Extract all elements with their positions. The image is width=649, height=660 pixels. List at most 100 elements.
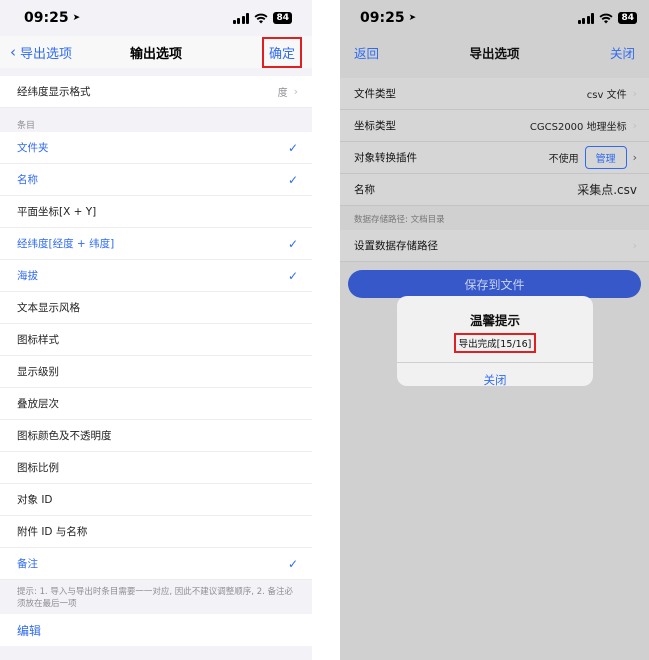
checkmark-icon: ✓ — [287, 556, 298, 571]
item-row-name[interactable]: 名称 ✓ — [0, 164, 312, 196]
plugin-row: 对象转换插件 不使用 管理 › — [340, 142, 649, 174]
coordinate-type-row[interactable]: 坐标类型 CGCS2000 地理坐标 › — [340, 110, 649, 142]
wifi-icon — [599, 13, 613, 23]
file-type-value-text: csv 文件 — [586, 90, 627, 101]
back-button[interactable]: 返回 — [354, 43, 379, 62]
checkmark-icon: ✓ — [287, 172, 298, 187]
location-arrow-icon: ➤ — [408, 13, 417, 23]
back-button[interactable]: ‹ 导出选项 — [10, 43, 72, 62]
checkmark-icon: ✓ — [287, 236, 298, 251]
status-time-text: 09:25 — [360, 10, 405, 26]
plugin-label: 对象转换插件 — [354, 152, 417, 164]
save-to-file-button[interactable]: 保存到文件 — [348, 270, 641, 298]
status-time: 09:25 ➤ — [24, 10, 80, 26]
manage-button[interactable]: 管理 — [584, 146, 627, 169]
chevron-right-icon: › — [632, 239, 637, 252]
items-section-header: 条目 — [17, 121, 36, 131]
item-row-display-level[interactable]: 显示级别 — [0, 356, 312, 388]
coordinate-format-value-text: 度 — [277, 88, 288, 99]
item-label: 显示级别 — [17, 366, 59, 378]
storage-path-row[interactable]: 设置数据存储路径 › — [340, 230, 649, 262]
item-label: 附件 ID 与名称 — [17, 526, 88, 538]
cellular-signal-icon — [577, 12, 595, 24]
chevron-right-icon: › — [632, 87, 637, 100]
confirm-button[interactable]: 确定 — [261, 36, 302, 68]
item-row-folder[interactable]: 文件夹 ✓ — [0, 132, 312, 164]
hint-text: 提示: 1. 导入与导出时条目需要一一对应, 因此不建议调整顺序, 2. 备注必… — [17, 587, 293, 609]
status-time-text: 09:25 — [24, 10, 69, 26]
item-row-stack-order[interactable]: 叠放层次 — [0, 388, 312, 420]
cellular-signal-icon — [232, 12, 250, 24]
item-label: 图标颜色及不透明度 — [17, 430, 112, 442]
name-row[interactable]: 名称 采集点.csv — [340, 174, 649, 206]
item-row-attachment[interactable]: 附件 ID 与名称 — [0, 516, 312, 548]
edit-button[interactable]: 编辑 — [0, 614, 312, 646]
item-label: 叠放层次 — [17, 398, 59, 410]
checkmark-icon: ✓ — [287, 268, 298, 283]
item-row-icon-scale[interactable]: 图标比例 — [0, 452, 312, 484]
item-row-altitude[interactable]: 海拔 ✓ — [0, 260, 312, 292]
alert-dialog: 温馨提示 导出完成[15/16] 关闭 — [397, 296, 593, 386]
item-label: 海拔 — [17, 270, 38, 282]
item-row-object-id[interactable]: 对象 ID — [0, 484, 312, 516]
item-label: 对象 ID — [17, 494, 53, 506]
file-type-label: 文件类型 — [354, 88, 396, 100]
status-bar: 09:25 ➤ 84 — [340, 0, 649, 36]
item-label: 平面坐标[X + Y] — [17, 206, 97, 218]
item-row-lat-lon[interactable]: 经纬度[经度 + 纬度] ✓ — [0, 228, 312, 260]
status-bar: 09:25 ➤ 84 — [0, 0, 312, 36]
battery-icon: 84 — [618, 12, 637, 24]
navigation-bar: 返回 导出选项 关闭 — [340, 36, 649, 68]
storage-path-label: 设置数据存储路径 — [354, 240, 438, 252]
screenshot-root: 09:25 ➤ 84 ‹ 导出选项 输出选项 确定 经纬度显示格式 度 › 条目… — [0, 0, 649, 660]
status-time: 09:25 ➤ — [360, 10, 416, 26]
chevron-right-icon: › — [293, 85, 298, 98]
dialog-divider — [397, 362, 593, 363]
coordinate-format-row[interactable]: 经纬度显示格式 度 › — [0, 76, 312, 108]
item-label: 文件夹 — [17, 142, 49, 154]
item-label: 备注 — [17, 558, 38, 570]
status-icons: 84 — [577, 12, 637, 24]
plugin-value-text: 不使用 — [548, 154, 579, 165]
item-label: 名称 — [17, 174, 38, 186]
item-label: 图标样式 — [17, 334, 59, 346]
dialog-message-wrap: 导出完成[15/16] — [397, 332, 593, 353]
close-button[interactable]: 关闭 — [610, 43, 635, 62]
back-button-label: 导出选项 — [20, 46, 73, 62]
navigation-bar: ‹ 导出选项 输出选项 确定 — [0, 36, 312, 68]
location-arrow-icon: ➤ — [72, 13, 81, 23]
coordinate-type-value-text: CGCS2000 地理坐标 — [529, 122, 627, 133]
file-type-value: csv 文件 › — [587, 86, 637, 101]
item-label: 经纬度[经度 + 纬度] — [17, 238, 115, 250]
dialog-title: 温馨提示 — [469, 313, 520, 328]
name-value[interactable]: 采集点.csv — [577, 181, 637, 198]
item-row-icon-style[interactable]: 图标样式 — [0, 324, 312, 356]
status-icons: 84 — [232, 12, 292, 24]
chevron-right-icon: › — [632, 119, 637, 132]
dialog-close-button[interactable]: 关闭 — [397, 372, 593, 386]
file-type-row[interactable]: 文件类型 csv 文件 › — [340, 78, 649, 110]
item-row-notes[interactable]: 备注 ✓ — [0, 548, 312, 580]
name-label: 名称 — [354, 184, 375, 196]
dialog-message: 导出完成[15/16] — [453, 333, 537, 353]
wifi-icon — [254, 13, 268, 23]
item-row-plane-coordinates[interactable]: 平面坐标[X + Y] — [0, 196, 312, 228]
plugin-value: 不使用 管理 › — [549, 146, 637, 169]
storage-section-header: 数据存储路径: 文档目录 — [354, 215, 445, 225]
item-row-icon-color[interactable]: 图标颜色及不透明度 — [0, 420, 312, 452]
coordinate-format-value: 度 › — [278, 84, 298, 99]
checkmark-icon: ✓ — [287, 140, 298, 155]
output-options-screen: 09:25 ➤ 84 ‹ 导出选项 输出选项 确定 经纬度显示格式 度 › 条目… — [0, 0, 312, 660]
chevron-left-icon: ‹ — [10, 43, 16, 61]
item-label: 图标比例 — [17, 462, 59, 474]
item-row-text-style[interactable]: 文本显示风格 — [0, 292, 312, 324]
coordinate-type-label: 坐标类型 — [354, 120, 396, 132]
coordinate-format-label: 经纬度显示格式 — [17, 86, 91, 98]
battery-icon: 84 — [273, 12, 292, 24]
items-list: 文件夹 ✓ 名称 ✓ 平面坐标[X + Y] 经纬度[经度 + 纬度] ✓ 海拔 ✓ 文… — [0, 132, 312, 580]
coordinate-type-value: CGCS2000 地理坐标 › — [530, 118, 637, 133]
page-title: 导出选项 — [469, 45, 520, 61]
chevron-right-icon[interactable]: › — [633, 151, 637, 164]
